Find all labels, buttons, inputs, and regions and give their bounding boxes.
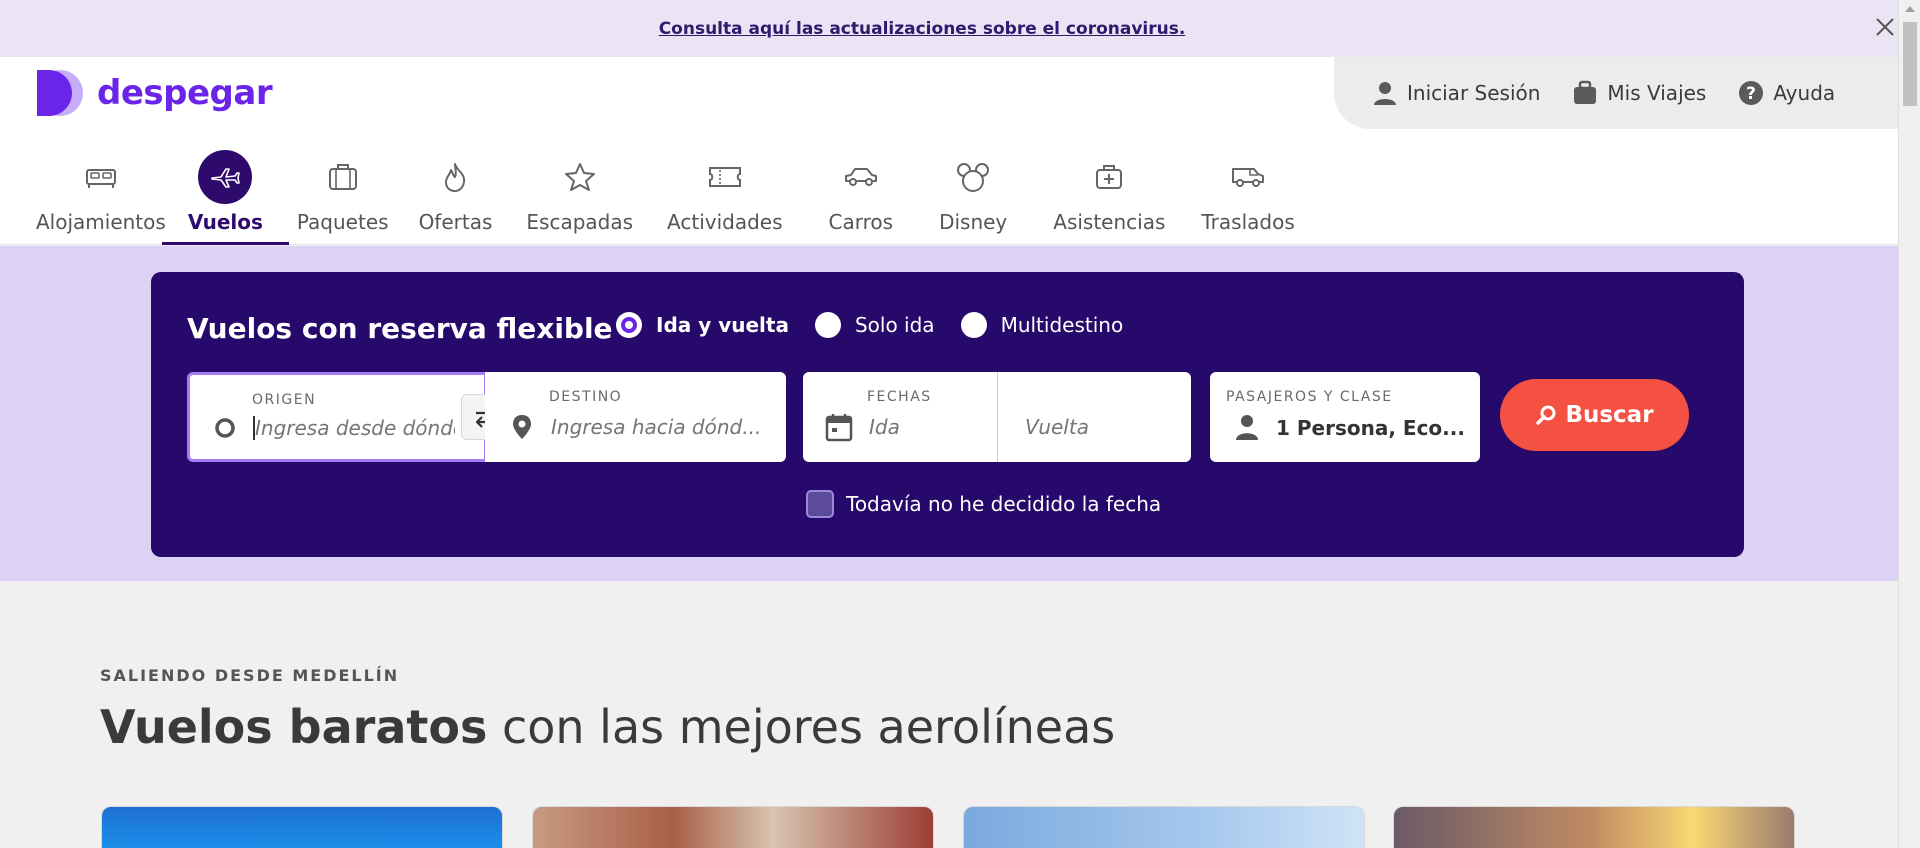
undecided-date-checkbox[interactable]: [806, 490, 834, 518]
plane-icon: [198, 150, 253, 204]
radio-one-way-label: Solo ida: [854, 313, 935, 337]
svg-text:?: ?: [1746, 84, 1756, 104]
destination-card[interactable]: [963, 806, 1365, 848]
mickey-icon: [946, 150, 1000, 204]
person-icon: [1236, 415, 1258, 440]
scroll-up-icon[interactable]: [1905, 6, 1915, 12]
nav-item-escapadas[interactable]: Escapadas: [520, 150, 639, 245]
origin-field[interactable]: ORIGEN: [187, 372, 487, 462]
product-nav: Alojamientos Vuelos Paquetes Ofertas Esc…: [30, 150, 1301, 245]
nav-label-escapadas: Escapadas: [526, 210, 634, 234]
user-icon: [1374, 82, 1396, 105]
location-pin-icon: [513, 415, 531, 439]
covid-banner: Consulta aquí las actualizaciones sobre …: [0, 0, 1898, 57]
nav-item-paquetes[interactable]: Paquetes: [291, 150, 395, 245]
search-button-label: Buscar: [1565, 402, 1654, 428]
nav-label-actividades: Actividades: [667, 210, 783, 234]
luggage-icon: [316, 150, 370, 204]
nav-item-actividades[interactable]: Actividades: [661, 150, 789, 245]
destination-label: DESTINO: [549, 389, 623, 405]
destination-input[interactable]: [551, 412, 771, 442]
my-trips-label: Mis Viajes: [1607, 81, 1707, 105]
radio-unchecked-icon: [960, 312, 987, 338]
van-icon: [1221, 150, 1275, 204]
site-header: despegar Iniciar Sesión Mis Viajes ? Ayu…: [0, 57, 1898, 245]
login-label: Iniciar Sesión: [1407, 81, 1541, 105]
origin-input[interactable]: [255, 413, 455, 443]
depart-date-input[interactable]: [869, 412, 979, 442]
passengers-label: PASAJEROS Y CLASE: [1226, 389, 1393, 405]
flight-search-box: Vuelos con reserva flexible Ida y vuelta…: [151, 272, 1744, 557]
nav-item-asistencias[interactable]: Asistencias: [1047, 150, 1171, 245]
nav-item-ofertas[interactable]: Ofertas: [413, 150, 499, 245]
nav-item-vuelos[interactable]: Vuelos: [161, 150, 289, 245]
section-title-rest: con las mejores aerolíneas: [487, 700, 1116, 754]
return-date-input[interactable]: [1025, 412, 1165, 442]
my-trips-link[interactable]: Mis Viajes: [1572, 80, 1706, 106]
nav-item-traslados[interactable]: Traslados: [1195, 150, 1300, 245]
destination-field[interactable]: DESTINO: [485, 372, 786, 462]
flame-icon: [428, 150, 482, 204]
radio-one-way[interactable]: Solo ida: [814, 312, 935, 338]
user-menu: Iniciar Sesión Mis Viajes ? Ayuda: [1334, 57, 1898, 129]
radio-multi-city[interactable]: Multidestino: [960, 312, 1124, 338]
destination-card[interactable]: [101, 806, 503, 848]
active-tab-indicator: [161, 242, 289, 245]
search-button[interactable]: Buscar: [1500, 379, 1689, 451]
nav-label-alojamientos: Alojamientos: [36, 210, 166, 234]
nav-item-alojamientos[interactable]: Alojamientos: [30, 150, 172, 245]
section-title: Vuelos baratos con las mejores aerolínea…: [100, 700, 1115, 754]
help-icon: ?: [1739, 81, 1764, 105]
scroll-thumb[interactable]: [1903, 22, 1917, 106]
hero-section: Vuelos con reserva flexible Ida y vuelta…: [0, 246, 1898, 581]
destination-card[interactable]: [532, 806, 934, 848]
medical-bag-icon: [1082, 150, 1136, 204]
login-link[interactable]: Iniciar Sesión: [1372, 80, 1540, 106]
ticket-icon: [698, 150, 752, 204]
origin-circle-icon: [215, 418, 235, 438]
radio-round-trip-label: Ida y vuelta: [656, 313, 789, 337]
nav-label-traslados: Traslados: [1201, 210, 1295, 234]
despegar-logo-mark: [37, 70, 83, 116]
nav-label-vuelos: Vuelos: [187, 210, 263, 234]
bed-icon: [74, 150, 128, 204]
nav-label-disney: Disney: [939, 210, 1008, 234]
despegar-logo[interactable]: despegar: [37, 68, 273, 118]
nav-label-asistencias: Asistencias: [1053, 210, 1166, 234]
passengers-field[interactable]: PASAJEROS Y CLASE 1 Persona, Eco...: [1210, 372, 1480, 462]
radio-checked-icon: [616, 312, 642, 338]
search-title: Vuelos con reserva flexible: [187, 312, 613, 345]
dates-field[interactable]: FECHAS: [803, 372, 1191, 462]
section-kicker: SALIENDO DESDE MEDELLÍN: [100, 666, 400, 685]
origin-label: ORIGEN: [252, 392, 317, 408]
passengers-value: 1 Persona, Eco...: [1276, 416, 1465, 440]
date-divider: [997, 372, 998, 462]
trip-type-selector: Ida y vuelta Solo ida Multidestino: [616, 312, 1149, 338]
dates-label: FECHAS: [867, 389, 932, 405]
nav-label-carros: Carros: [828, 210, 894, 234]
undecided-date-option[interactable]: Todavía no he decidido la fecha: [806, 490, 1161, 518]
help-link[interactable]: ? Ayuda: [1738, 80, 1835, 106]
undecided-date-label: Todavía no he decidido la fecha: [846, 492, 1162, 516]
radio-multi-city-label: Multidestino: [1000, 313, 1124, 337]
nav-label-paquetes: Paquetes: [296, 210, 389, 234]
suitcase-icon: [1574, 80, 1597, 104]
destination-card[interactable]: [1393, 806, 1795, 848]
section-title-bold: Vuelos baratos: [100, 700, 488, 754]
search-icon: [1536, 405, 1556, 425]
covid-updates-link[interactable]: Consulta aquí las actualizaciones sobre …: [0, 19, 1844, 39]
close-icon[interactable]: [1874, 16, 1896, 38]
car-icon: [834, 150, 888, 204]
help-label: Ayuda: [1773, 81, 1836, 105]
nav-item-carros[interactable]: Carros: [823, 150, 900, 245]
radio-round-trip[interactable]: Ida y vuelta: [616, 312, 789, 338]
radio-unchecked-icon: [814, 312, 841, 338]
brand-name: despegar: [97, 73, 273, 113]
nav-label-ofertas: Ofertas: [418, 210, 493, 234]
star-icon: [553, 150, 607, 204]
calendar-icon: [825, 414, 853, 442]
page-scrollbar[interactable]: [1898, 0, 1920, 848]
nav-item-disney[interactable]: Disney: [933, 150, 1013, 245]
